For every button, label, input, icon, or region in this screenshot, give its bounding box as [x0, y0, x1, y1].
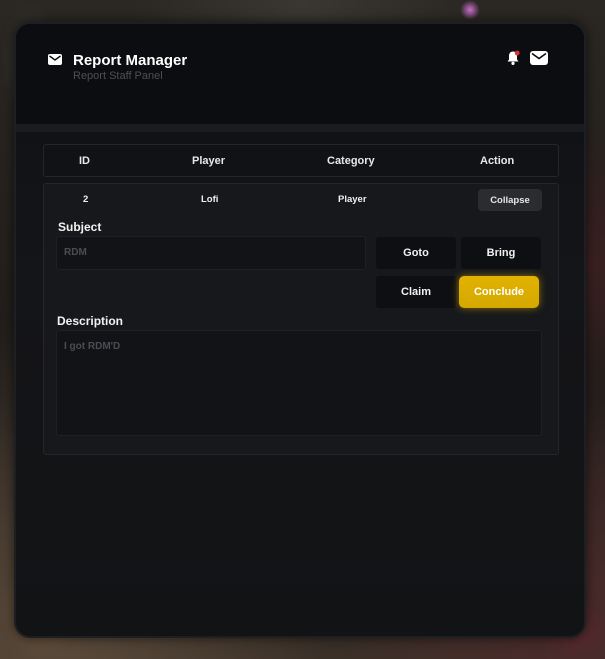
column-header-player: Player [192, 155, 226, 167]
claim-button[interactable]: Claim [376, 276, 456, 308]
collapse-button[interactable]: Collapse [478, 189, 542, 211]
column-header-action: Action [480, 155, 515, 167]
report-id: 2 [83, 194, 89, 205]
subject-label: Subject [58, 220, 102, 234]
mail-icon [48, 54, 62, 65]
description-label: Description [57, 314, 124, 328]
panel-header: Report Manager Report Staff Panel [16, 24, 584, 124]
column-header-category: Category [327, 155, 375, 167]
bell-icon[interactable] [506, 50, 520, 66]
bring-button[interactable]: Bring [461, 237, 541, 269]
subject-field[interactable]: RDM [56, 236, 366, 270]
report-table-header: ID Player Category Action [43, 144, 559, 177]
report-row-expanded: 2 Lofi Player Collapse Subject RDM Goto … [43, 183, 559, 455]
page-title: Report Manager [73, 52, 188, 69]
description-field[interactable]: I got RDM'D [56, 330, 542, 436]
report-category: Player [338, 194, 367, 205]
column-header-id: ID [79, 155, 90, 167]
conclude-button[interactable]: Conclude [459, 276, 539, 308]
report-player: Lofi [201, 194, 219, 205]
mail-icon[interactable] [530, 51, 548, 65]
page-subtitle: Report Staff Panel [73, 70, 163, 82]
header-divider [16, 124, 584, 132]
goto-button[interactable]: Goto [376, 237, 456, 269]
report-manager-panel: Report Manager Report Staff Panel ID Pla… [14, 22, 586, 638]
